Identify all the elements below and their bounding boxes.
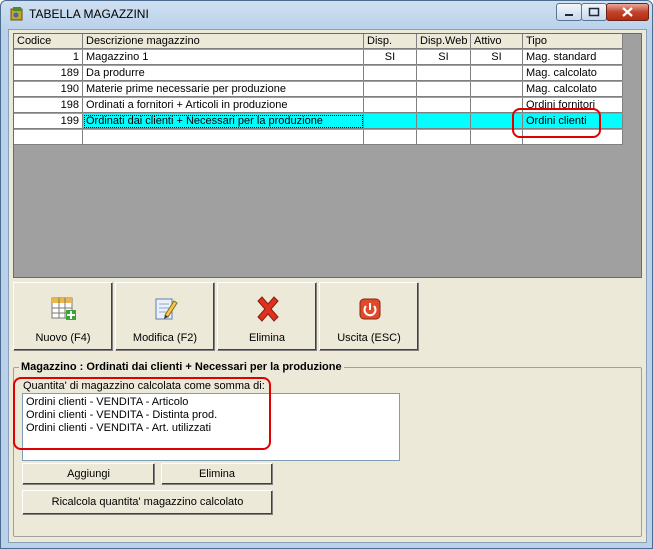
column-header-disp[interactable]: Disp. xyxy=(364,34,417,49)
cell-disp-web[interactable] xyxy=(417,114,471,129)
cell-descrizione[interactable]: Da produrre xyxy=(83,66,364,81)
modifica-label: Modifica (F2) xyxy=(132,332,198,344)
cell-disp-web[interactable]: SI xyxy=(417,50,471,65)
window-title: TABELLA MAGAZZINI xyxy=(29,7,149,21)
elimina-toolbar-button[interactable]: Elimina xyxy=(217,282,317,351)
cell-descrizione[interactable]: Magazzino 1 xyxy=(83,50,364,65)
list-item[interactable]: Ordini clienti - VENDITA - Art. utilizza… xyxy=(26,422,211,435)
cell-disp-web[interactable] xyxy=(417,82,471,97)
elimina-item-button[interactable]: Elimina xyxy=(161,463,273,485)
cell-disp[interactable] xyxy=(364,66,417,81)
column-header-disp-web[interactable]: Disp.Web xyxy=(417,34,471,49)
new-record-icon xyxy=(51,297,76,320)
list-item[interactable]: Ordini clienti - VENDITA - Articolo xyxy=(26,396,188,409)
cell-attivo[interactable] xyxy=(471,66,523,81)
cell-codice[interactable]: 189 xyxy=(14,66,83,81)
list-item[interactable]: Ordini clienti - VENDITA - Distinta prod… xyxy=(26,409,217,422)
application-window: TABELLA MAGAZZINI Codice Descrizione mag… xyxy=(0,0,653,549)
cell-descrizione[interactable]: Materie prime necessarie per produzione xyxy=(83,82,364,97)
cell-attivo[interactable]: SI xyxy=(471,50,523,65)
nuovo-button[interactable]: Nuovo (F4) xyxy=(13,282,113,351)
cell-tipo[interactable]: Mag. standard xyxy=(523,50,623,65)
cell-descrizione[interactable]: Ordinati a fornitori + Articoli in produ… xyxy=(83,98,364,113)
close-button[interactable] xyxy=(606,3,649,21)
cell-descrizione[interactable]: Ordinati dai clienti + Necessari per la … xyxy=(83,114,364,129)
cell-tipo[interactable]: Mag. calcolato xyxy=(523,82,623,97)
ricalcola-button[interactable]: Ricalcola quantita' magazzino calcolato xyxy=(22,490,273,515)
exit-power-icon xyxy=(359,298,381,320)
cell-disp[interactable] xyxy=(364,82,417,97)
modifica-button[interactable]: Modifica (F2) xyxy=(115,282,215,351)
detail-group: Magazzino : Ordinati dai clienti + Neces… xyxy=(13,361,642,538)
app-icon xyxy=(10,7,23,21)
cell-attivo[interactable] xyxy=(471,98,523,113)
warehouse-grid[interactable]: Codice Descrizione magazzino Disp. Disp.… xyxy=(13,33,642,278)
cell-attivo[interactable] xyxy=(471,114,523,129)
column-header-tipo[interactable]: Tipo xyxy=(523,34,623,49)
elimina-toolbar-label: Elimina xyxy=(248,332,286,344)
cell-tipo[interactable]: Ordini fornitori xyxy=(523,98,623,113)
title-bar[interactable]: TABELLA MAGAZZINI xyxy=(1,1,652,27)
client-area: Codice Descrizione magazzino Disp. Disp.… xyxy=(8,29,647,543)
edit-icon xyxy=(155,298,178,320)
uscita-label: Uscita (ESC) xyxy=(337,332,401,344)
delete-icon xyxy=(257,296,279,322)
minimize-icon xyxy=(565,14,573,16)
maximize-icon xyxy=(588,7,600,17)
cell-codice[interactable]: 1 xyxy=(14,50,83,65)
source-listbox[interactable]: Ordini clienti - VENDITA - Articolo Ordi… xyxy=(22,393,400,461)
cell-disp[interactable] xyxy=(364,98,417,113)
cell-tipo[interactable] xyxy=(523,130,623,145)
list-label: Quantita' di magazzino calcolata come so… xyxy=(23,380,265,392)
cell-disp-web[interactable] xyxy=(417,66,471,81)
cell-codice[interactable]: 199 xyxy=(14,114,83,129)
cell-attivo[interactable] xyxy=(471,130,523,145)
close-icon xyxy=(622,7,633,17)
aggiungi-button[interactable]: Aggiungi xyxy=(22,463,155,485)
cell-disp-web[interactable] xyxy=(417,98,471,113)
cell-descrizione[interactable] xyxy=(83,130,364,145)
cell-disp[interactable] xyxy=(364,114,417,129)
column-header-attivo[interactable]: Attivo xyxy=(471,34,523,49)
cell-disp[interactable] xyxy=(364,130,417,145)
toolbar: Nuovo (F4) Modifica (F2) Elimina Uscita … xyxy=(13,282,642,354)
cell-disp[interactable]: SI xyxy=(364,50,417,65)
cell-codice[interactable]: 190 xyxy=(14,82,83,97)
cell-disp-web[interactable] xyxy=(417,130,471,145)
cell-codice[interactable]: 198 xyxy=(14,98,83,113)
cell-attivo[interactable] xyxy=(471,82,523,97)
uscita-button[interactable]: Uscita (ESC) xyxy=(319,282,419,351)
column-header-codice[interactable]: Codice xyxy=(14,34,83,49)
column-header-descrizione[interactable]: Descrizione magazzino xyxy=(83,34,364,49)
nuovo-label: Nuovo (F4) xyxy=(35,332,91,344)
maximize-button[interactable] xyxy=(581,3,607,21)
cell-tipo[interactable]: Mag. calcolato xyxy=(523,66,623,81)
minimize-button[interactable] xyxy=(556,3,582,21)
cell-codice[interactable] xyxy=(14,130,83,145)
cell-tipo[interactable]: Ordini clienti xyxy=(523,114,623,129)
group-title: Magazzino : Ordinati dai clienti + Neces… xyxy=(19,361,344,373)
